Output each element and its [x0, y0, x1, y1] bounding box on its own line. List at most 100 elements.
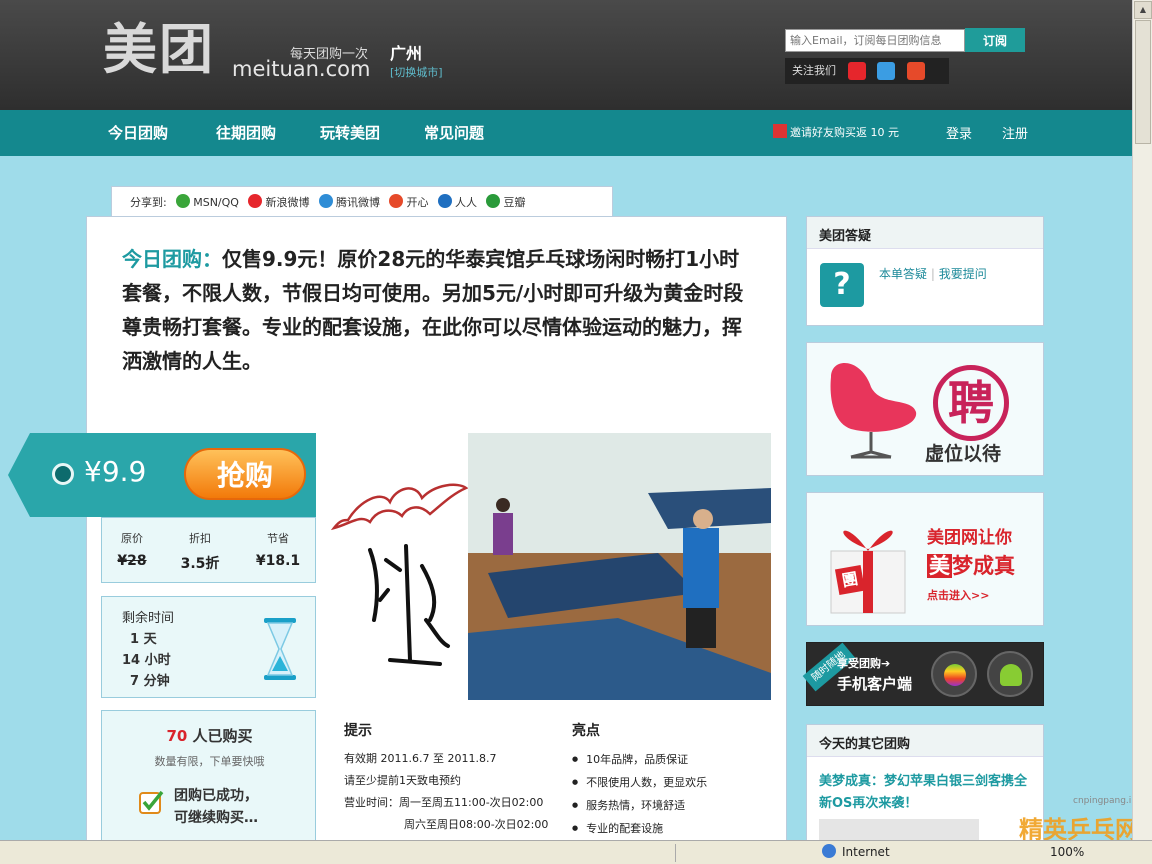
- dream-box-char: 團: [834, 564, 866, 596]
- highlight-item: 服务热情，环境舒适: [572, 794, 707, 817]
- deal-title-prefix: 今日团购：: [122, 247, 222, 271]
- invite-label: 邀请好友购买返 10 元: [790, 126, 899, 139]
- highlight-item: 不限使用人数，更显欢乐: [572, 771, 707, 794]
- deal-success-line1: 团购已成功，: [174, 788, 258, 804]
- globe-icon: [822, 844, 836, 858]
- share-tencent-weibo[interactable]: 腾讯微博: [336, 196, 380, 209]
- deal-title: 今日团购：仅售9.9元！原价28元的华泰宾馆乒乓球场闲时畅打1小时套餐，不限人数…: [122, 242, 752, 378]
- savings-label: 节省: [267, 532, 289, 545]
- venue-logo-image: [330, 483, 469, 666]
- current-city: 广州: [390, 44, 423, 63]
- mobile-line1: 享受团购➔: [837, 657, 891, 670]
- invite-friends-link[interactable]: 邀请好友购买返 10 元: [773, 124, 899, 140]
- highlights-list: 10年品牌，品质保证 不限使用人数，更显欢乐 服务热情，环境舒适 专业的配套设施: [572, 748, 707, 840]
- remaining-hours: 14 小时: [122, 653, 171, 668]
- watermark: cnpingpang.info 精英乒乓网: [1005, 780, 1152, 844]
- share-bar: 分享到: MSN/QQ 新浪微博 腾讯微博 开心 人人 豆瓣: [111, 186, 613, 217]
- tip-hours-weekday: 营业时间：周一至周五11:00-次日02:00: [344, 796, 544, 809]
- kaixin-icon[interactable]: [906, 62, 925, 80]
- mobile-client-banner[interactable]: 随时随地 享受团购➔ 手机客户端: [802, 642, 1044, 706]
- discount-value: 3.5折: [180, 556, 220, 572]
- venue-photo: [468, 433, 771, 700]
- weibo-icon[interactable]: [847, 62, 866, 80]
- apple-icon: [931, 651, 977, 697]
- buyers-count-line: 70 人已购买: [102, 725, 317, 746]
- dream-enter-link[interactable]: 点击进入>>: [927, 587, 989, 603]
- subscribe-button[interactable]: 订阅: [965, 28, 1025, 52]
- nav-faq[interactable]: 常见问题: [424, 122, 484, 143]
- discount-label: 折扣: [189, 532, 211, 545]
- dream-seal: 美: [927, 554, 952, 578]
- question-mark-icon: ?: [820, 263, 864, 307]
- price-detail: 原价 ¥28 折扣 3.5折 节省 ¥18.1: [101, 517, 316, 583]
- tip-booking: 请至少提前1天致电预约: [344, 774, 461, 787]
- dream-line1: 美团网让你: [927, 528, 1012, 548]
- tips-list: 有效期 2011.6.7 至 2011.8.7 请至少提前1天致电预约 营业时间…: [344, 748, 548, 836]
- share-sina-weibo[interactable]: 新浪微博: [265, 196, 309, 209]
- price-tag: ¥9.9 抢购: [8, 433, 316, 517]
- original-price: 原价 ¥28: [102, 530, 162, 569]
- buy-button[interactable]: 抢购: [184, 448, 306, 500]
- discount: 折扣 3.5折: [170, 530, 230, 573]
- main-nav: 今日团购 往期团购 玩转美团 常见问题 邀请好友购买返 10 元 登录 注册: [0, 110, 1132, 156]
- scroll-up-icon[interactable]: ▲: [1134, 1, 1152, 19]
- switch-city-link[interactable]: [切换城市]: [390, 64, 443, 80]
- highlight-item: 10年品牌，品质保证: [572, 748, 707, 771]
- hiring-banner[interactable]: 聘 虚位以待: [806, 342, 1044, 476]
- limited-note: 数量有限，下单要快哦: [154, 755, 265, 768]
- gift-icon: [773, 124, 787, 138]
- deal-success-line2: 可继续购买…: [174, 810, 258, 826]
- hourglass-icon: [264, 618, 296, 680]
- table-tennis-scene-image: [468, 433, 771, 700]
- vertical-scrollbar[interactable]: ▲: [1132, 0, 1152, 840]
- share-renren[interactable]: 人人: [455, 196, 477, 209]
- tip-validity: 有效期 2011.6.7 至 2011.8.7: [344, 752, 497, 765]
- scroll-thumb[interactable]: [1135, 20, 1151, 144]
- highlights-title: 亮点: [572, 723, 600, 739]
- chair-icon: [830, 363, 917, 459]
- dream-line2-wrap: 美梦成真: [927, 550, 1015, 580]
- site-header: 美团 每天团购一次 meituan.com 广州 [切换城市] 订阅 关注我们: [0, 0, 1132, 110]
- remaining-days: 1 天: [130, 632, 157, 647]
- hiring-seal: 聘: [933, 365, 1009, 441]
- qa-separator: |: [930, 267, 935, 281]
- apple-logo-shape: [944, 664, 966, 686]
- nav-explore[interactable]: 玩转美团: [320, 122, 380, 143]
- hiring-text: 虚位以待: [925, 443, 1002, 465]
- sina-weibo-icon[interactable]: [248, 194, 263, 208]
- share-label: 分享到:: [130, 196, 167, 209]
- android-logo-shape: [1000, 664, 1022, 686]
- share-msn-qq[interactable]: MSN/QQ: [193, 196, 239, 209]
- nav-past-deals[interactable]: 往期团购: [216, 122, 276, 143]
- renren-icon[interactable]: [437, 194, 452, 208]
- follow-label: 关注我们: [792, 64, 836, 77]
- share-kaixin[interactable]: 开心: [406, 196, 428, 209]
- site-logo[interactable]: 美团: [103, 18, 215, 82]
- tencent-weibo-icon[interactable]: [877, 62, 895, 80]
- site-logo-domain[interactable]: meituan.com: [232, 57, 370, 81]
- login-link[interactable]: 登录: [946, 123, 972, 142]
- deal-qa-link[interactable]: 本单答疑: [879, 267, 927, 281]
- checkmark-icon: [139, 790, 164, 814]
- buyers-text: 人已购买: [192, 727, 253, 745]
- follow-us-bar: 关注我们: [785, 58, 949, 84]
- subscribe-email-input[interactable]: [785, 29, 965, 52]
- deal-price: ¥9.9: [84, 455, 147, 488]
- msn-qq-icon[interactable]: [176, 194, 191, 208]
- qa-title: 美团答疑: [807, 217, 1043, 249]
- dream-banner[interactable]: 團 美团网让你 美梦成真 点击进入>>: [806, 492, 1044, 626]
- other-deal-link[interactable]: 美梦成真：梦幻苹果白银三剑客携全新OS再次来袭！: [819, 771, 1034, 815]
- remaining-minutes: 7 分钟: [130, 674, 170, 689]
- security-zone: Internet: [842, 845, 890, 859]
- kaixin-icon[interactable]: [389, 194, 404, 208]
- nav-today-deal[interactable]: 今日团购: [108, 122, 168, 143]
- share-douban[interactable]: 豆瓣: [503, 196, 525, 209]
- savings-value: ¥18.1: [255, 553, 301, 569]
- register-link[interactable]: 注册: [1002, 123, 1028, 142]
- tencent-weibo-icon[interactable]: [318, 194, 333, 208]
- douban-icon[interactable]: [486, 194, 501, 208]
- zoom-level[interactable]: 100%: [1050, 845, 1084, 859]
- tip-hours-weekend: 周六至周日08:00-次日02:00: [404, 818, 549, 831]
- ask-question-link[interactable]: 我要提问: [939, 267, 987, 281]
- price-tag-hole: [52, 463, 74, 485]
